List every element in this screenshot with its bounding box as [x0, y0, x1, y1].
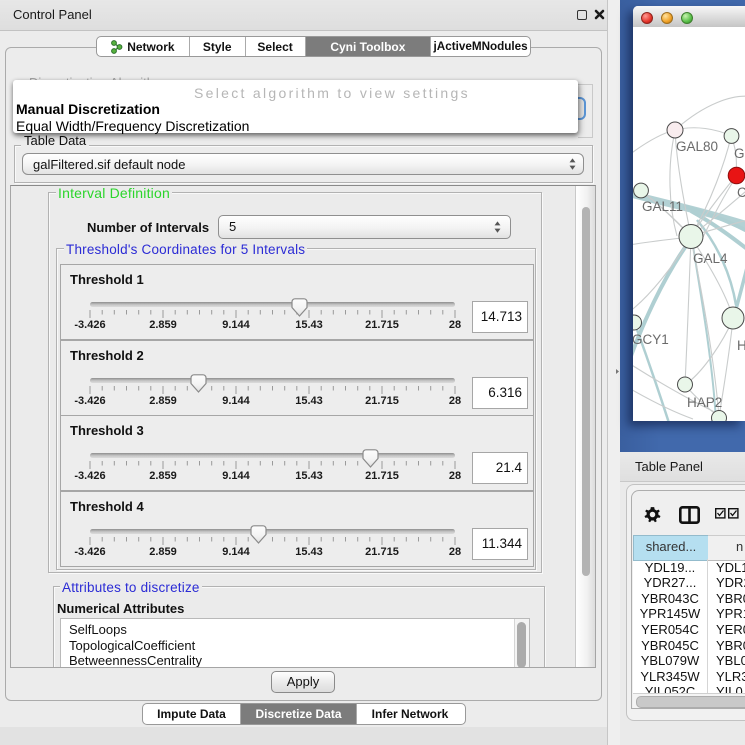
- svg-text:H: H: [737, 338, 745, 353]
- svg-text:GCY1: GCY1: [633, 332, 669, 347]
- svg-text:G.: G.: [734, 146, 745, 161]
- svg-text:GAL80: GAL80: [676, 139, 718, 154]
- svg-text:GAL4: GAL4: [693, 251, 728, 266]
- svg-text:C: C: [737, 185, 745, 200]
- svg-text:GAL11: GAL11: [642, 199, 683, 214]
- svg-text:HAP2: HAP2: [687, 395, 722, 410]
